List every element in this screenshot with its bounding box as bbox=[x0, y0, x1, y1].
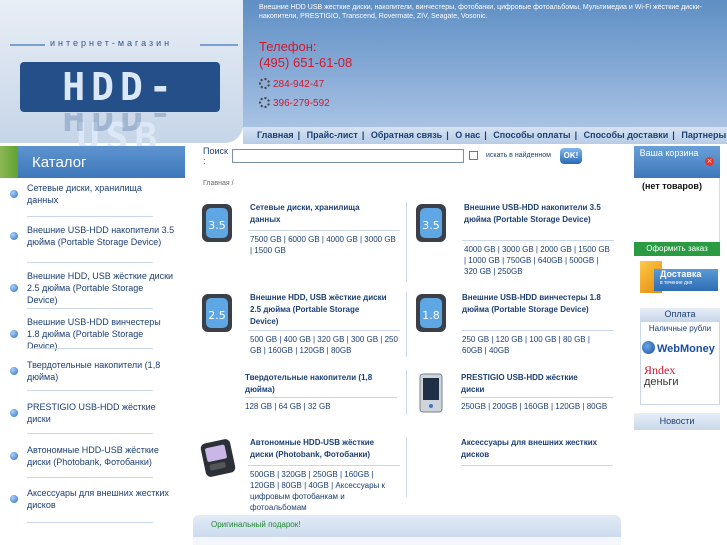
bullet-icon bbox=[10, 330, 18, 338]
svg-text:3.5: 3.5 bbox=[422, 219, 440, 232]
cart-title: Ваша корзина bbox=[639, 148, 699, 158]
icq-number: 284-942-47 bbox=[273, 79, 325, 90]
right-sidebar: Ваша корзина × (нет товаров) Оформить за… bbox=[634, 144, 727, 545]
product-title[interactable]: Твердотельные накопители (1,8 дюйма) bbox=[245, 372, 390, 396]
hdd-2-5-icon: 2.5 bbox=[198, 292, 238, 334]
nav-home[interactable]: Главная bbox=[257, 127, 294, 144]
nav-delivery-methods[interactable]: Способы доставки bbox=[584, 127, 669, 144]
search-in-results-checkbox[interactable] bbox=[469, 151, 478, 160]
product-capacities[interactable]: 7500 GB | 6000 GB | 4000 GB | 3000 GB | … bbox=[250, 234, 400, 256]
product-title[interactable]: Внешние HDD, USB жёсткие диски 2.5 дюйма… bbox=[250, 292, 390, 328]
logo-reflection: HDD-USB bbox=[62, 113, 178, 138]
phone-number: (495) 651-61-08 bbox=[259, 55, 353, 70]
search-bar: Поиск : искать в найденном OK! bbox=[196, 145, 626, 169]
catalog-item-2-5-inch[interactable]: Внешние HDD, USB жёсткие диски 2.5 дюйма… bbox=[10, 270, 175, 306]
product-capacities[interactable]: 128 GB | 64 GB | 32 GB bbox=[245, 401, 395, 412]
icq-flower-icon bbox=[259, 78, 270, 89]
product-title[interactable]: Аксессуары для внешних жестких дисков bbox=[461, 437, 601, 461]
payment-cash-rubles: Наличные рубли bbox=[648, 324, 712, 333]
phone-label: Телефон: bbox=[259, 39, 317, 54]
nav-partners[interactable]: Партнеры bbox=[681, 127, 726, 144]
photobank-device-icon bbox=[198, 437, 238, 479]
news-title[interactable]: Новости bbox=[634, 413, 720, 430]
product-title[interactable]: PRESTIGIO USB-HDD жёсткие диски bbox=[461, 372, 601, 396]
catalog-item-1-8-inch[interactable]: Внешние USB-HDD винчестеры 1.8 дюйма (Po… bbox=[10, 316, 175, 352]
hdd-3-5-icon: 3.5 bbox=[198, 202, 238, 244]
delivery-banner-label: Доставка в течение дня bbox=[654, 269, 718, 291]
search-label: Поиск : bbox=[203, 146, 228, 166]
logo[interactable]: интернет-магазин HDD-USB HDD-USB bbox=[0, 0, 243, 159]
catalog-header: Каталог bbox=[0, 146, 185, 178]
main-nav: Главная | Прайс-лист | Обратная связь | О н… bbox=[243, 127, 727, 144]
checkout-button[interactable]: Оформить заказ bbox=[634, 242, 720, 256]
catalog-item-prestigio[interactable]: PRESTIGIO USB-HDD жёсткие диски bbox=[10, 401, 175, 425]
header-description: Внешние HDD USB жесткие диски, накопител… bbox=[259, 4, 702, 20]
svg-text:3.5: 3.5 bbox=[208, 219, 226, 232]
product-title[interactable]: Внешние USB-HDD винчестеры 1.8 дюйма (Po… bbox=[462, 292, 602, 316]
svg-text:1.8: 1.8 bbox=[422, 309, 440, 322]
bullet-icon bbox=[10, 409, 18, 417]
hdd-3-5-icon: 3.5 bbox=[412, 202, 452, 244]
icq-number: 396-279-592 bbox=[273, 98, 330, 109]
nav-price-list[interactable]: Прайс-лист bbox=[307, 127, 358, 144]
product-capacities[interactable]: 500 GB | 400 GB | 320 GB | 300 GB | 250 … bbox=[250, 334, 400, 356]
catalog-item-network-drives[interactable]: Сетевые диски, хранилища данных bbox=[10, 182, 175, 206]
catalog-item-accessories[interactable]: Аксессуары для внешних жестких дисков bbox=[10, 487, 175, 511]
product-title[interactable]: Внешние USB-HDD накопители 3.5 дюйма (Po… bbox=[464, 202, 604, 226]
search-ok-button[interactable]: OK! bbox=[560, 148, 582, 164]
nav-feedback[interactable]: Обратная связь bbox=[371, 127, 442, 144]
catalog-sidebar: Каталог Сетевые диски, хранилища данных … bbox=[0, 144, 185, 545]
catalog-title: Каталог bbox=[32, 154, 87, 171]
search-in-results-label: искать в найденном bbox=[486, 152, 551, 159]
prestigio-drive-icon bbox=[412, 372, 452, 414]
product-capacities[interactable]: 500GB | 320GB | 250GB | 160GB | 120GB | … bbox=[250, 469, 400, 513]
logo-text: HDD-USB bbox=[20, 62, 220, 159]
product-capacities[interactable]: 4000 GB | 3000 GB | 2000 GB | 1500 GB | … bbox=[464, 244, 614, 277]
webmoney-globe-icon bbox=[642, 341, 655, 354]
nav-about[interactable]: О нас bbox=[455, 127, 480, 144]
bullet-icon bbox=[10, 367, 18, 375]
payment-title: Оплата bbox=[640, 308, 720, 321]
header: интернет-магазин HDD-USB HDD-USB Внешние… bbox=[0, 0, 727, 159]
product-title[interactable]: Сетевые диски, хранилища данных bbox=[250, 202, 390, 226]
svg-text:2.5: 2.5 bbox=[208, 309, 226, 322]
bullet-icon bbox=[10, 495, 18, 503]
hdd-1-8-icon: 1.8 bbox=[412, 292, 452, 334]
icq-flower-icon bbox=[259, 97, 270, 108]
delivery-banner[interactable]: Доставка в течение дня bbox=[640, 261, 720, 295]
logo-tagline: интернет-магазин bbox=[50, 38, 173, 48]
icq-contact-1: 284-942-47 bbox=[259, 78, 324, 90]
webmoney-logo[interactable]: WebMoney bbox=[642, 341, 715, 355]
gift-label[interactable]: Оригинальный подарок! bbox=[211, 520, 300, 529]
product-capacities[interactable]: 250 GB | 120 GB | 100 GB | 80 GB | 60GB … bbox=[462, 334, 612, 356]
bullet-icon bbox=[10, 190, 18, 198]
close-icon[interactable]: × bbox=[705, 157, 714, 166]
cart-empty-text: (нет товаров) bbox=[642, 181, 702, 191]
search-input[interactable] bbox=[232, 149, 464, 163]
yandex-money-logo[interactable]: Яndex деньги bbox=[644, 364, 679, 388]
catalog-item-photobank[interactable]: Автономные HDD-USB жёсткие диски (Photob… bbox=[10, 444, 175, 468]
product-title[interactable]: Автономные HDD-USB жёсткие диски (Photob… bbox=[250, 437, 390, 461]
catalog-item-ssd[interactable]: Твердотельные накопители (1,8 дюйма) bbox=[10, 359, 175, 383]
nav-payment-methods[interactable]: Способы оплаты bbox=[493, 127, 570, 144]
bullet-icon bbox=[10, 284, 18, 292]
catalog-item-3-5-inch[interactable]: Внешние USB-HDD накопители 3.5 дюйма (Po… bbox=[10, 224, 175, 248]
bullet-icon bbox=[10, 232, 18, 240]
icq-contact-2: 396-279-592 bbox=[259, 97, 330, 109]
gift-section-header: Оригинальный подарок! bbox=[193, 515, 621, 537]
product-capacities[interactable]: 250GB | 200GB | 160GB | 120GB | 80GB bbox=[461, 401, 611, 412]
gift-section-body bbox=[193, 537, 621, 545]
breadcrumb[interactable]: Главная / bbox=[203, 180, 234, 187]
bullet-icon bbox=[10, 452, 18, 460]
cart-header[interactable]: Ваша корзина × bbox=[634, 146, 720, 178]
